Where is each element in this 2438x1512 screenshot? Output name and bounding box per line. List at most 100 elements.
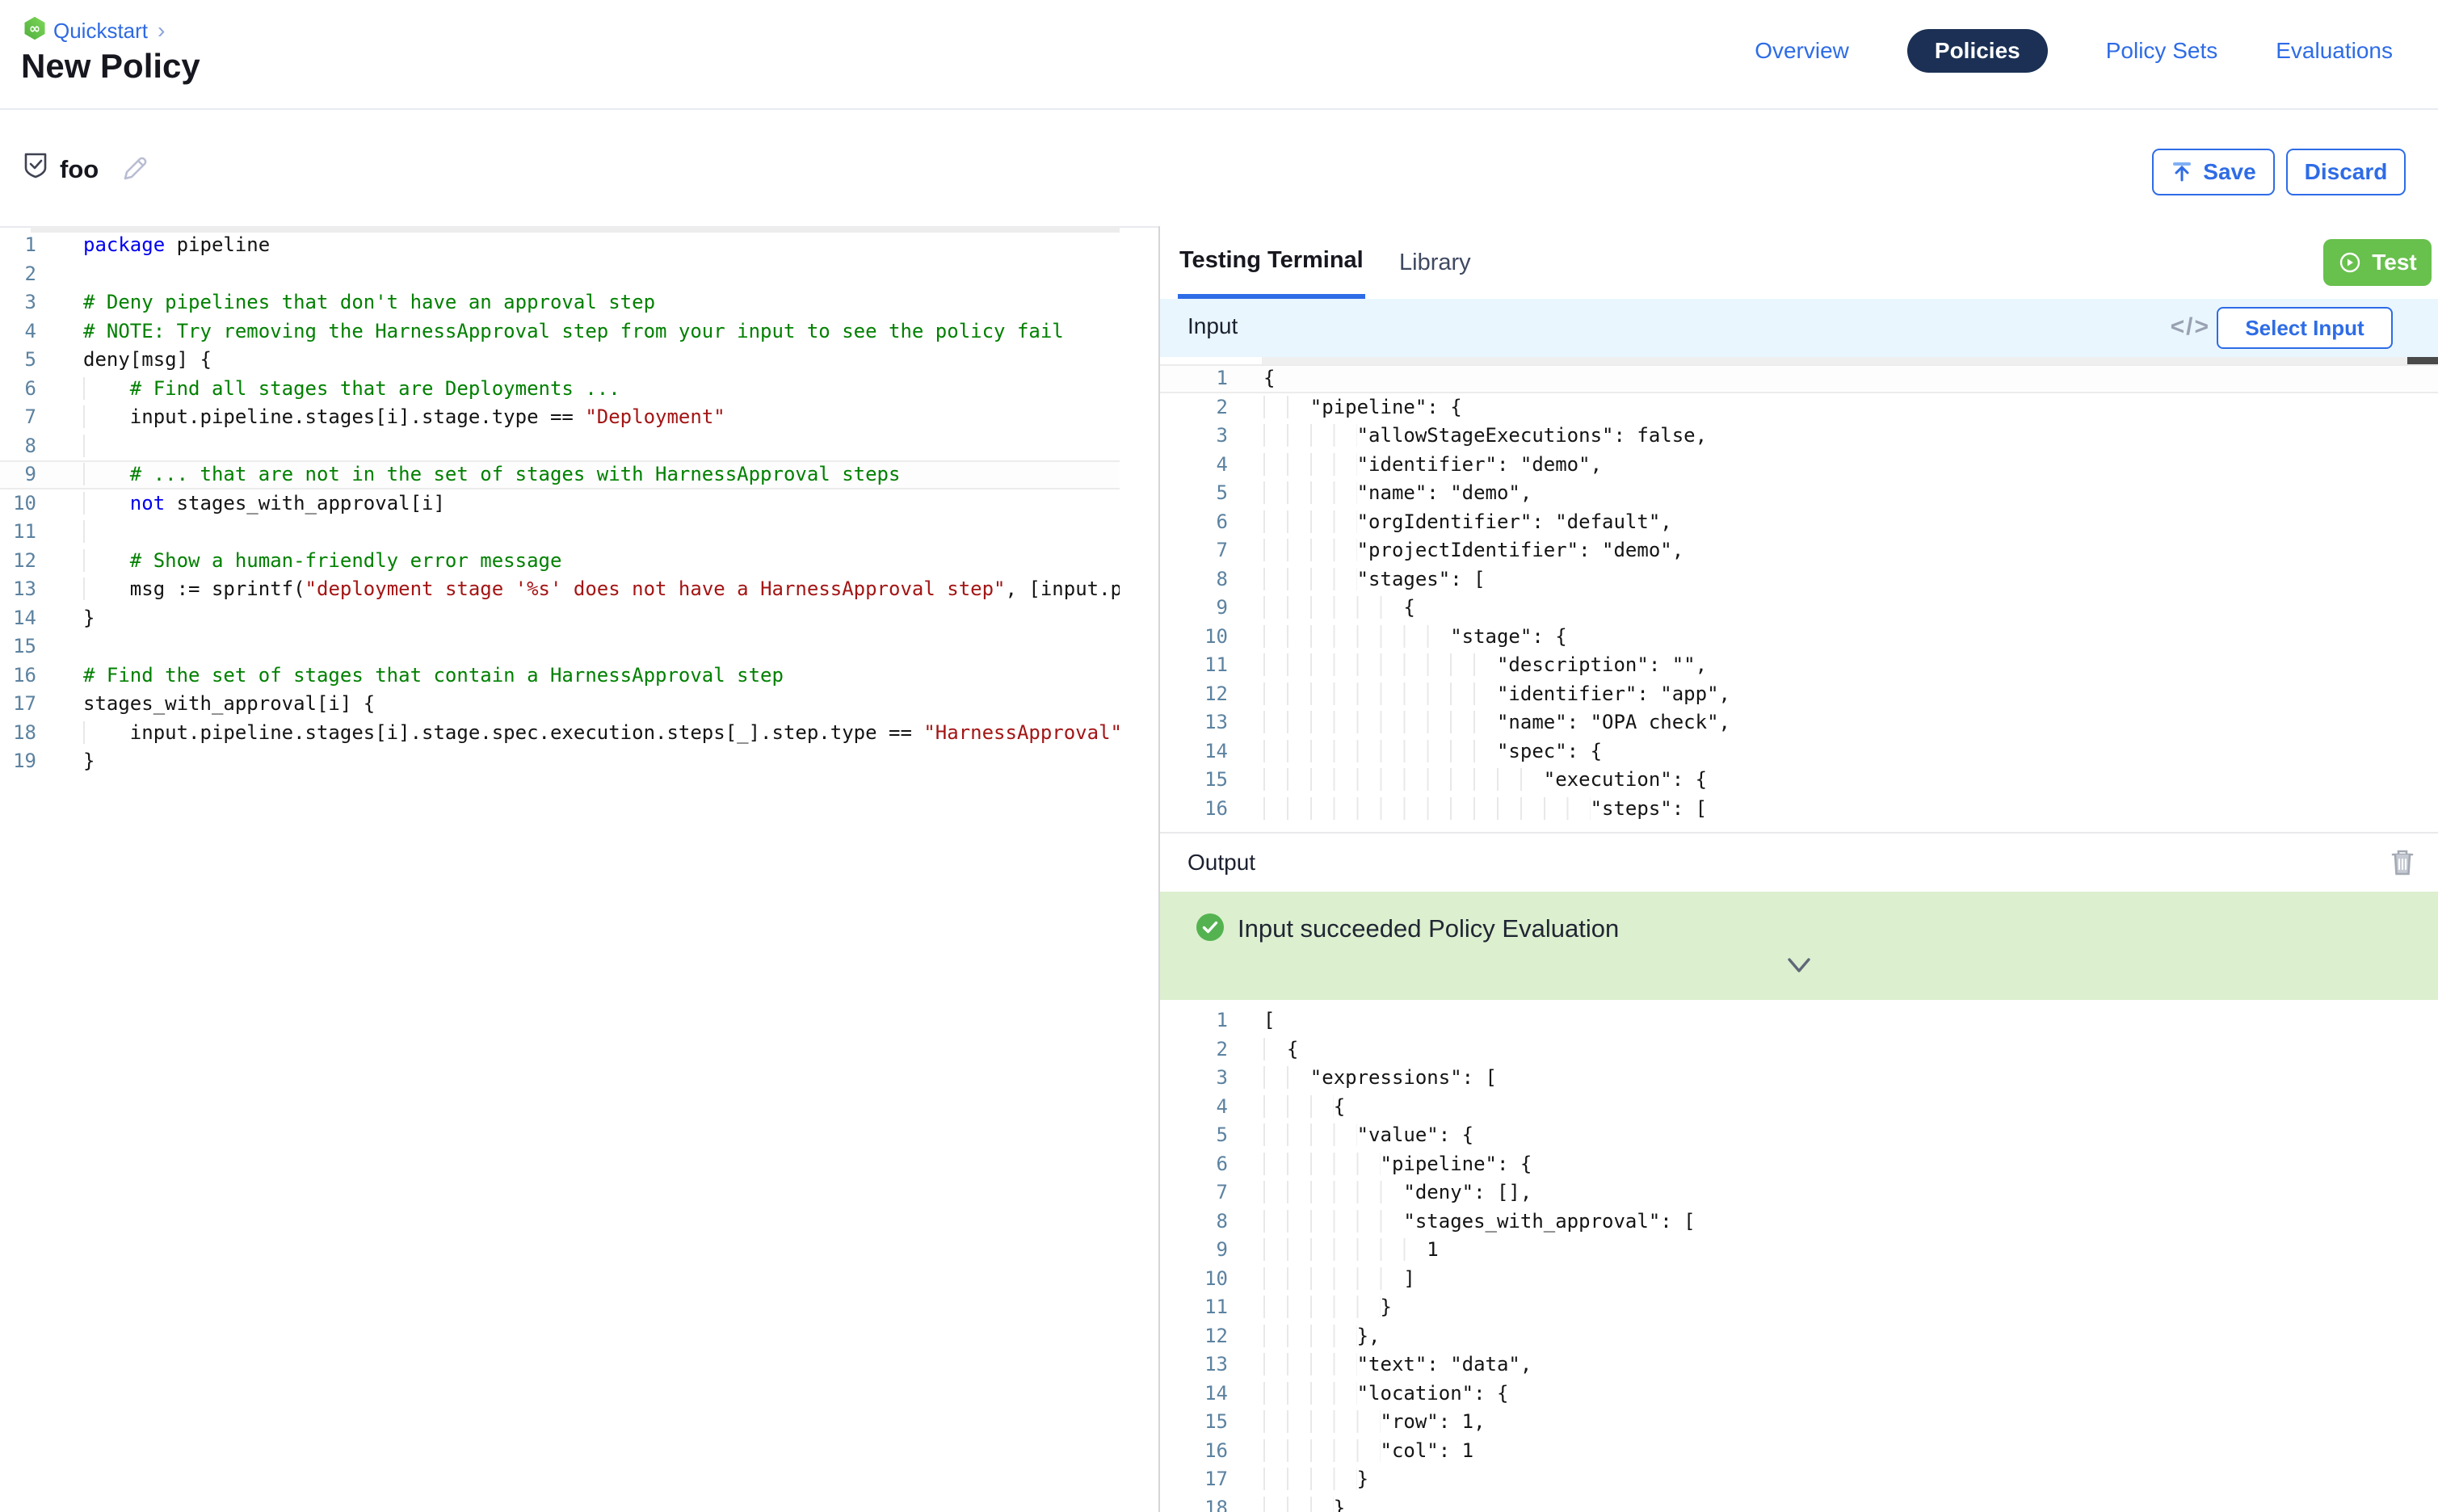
input-label: Input [1187,313,1238,339]
discard-button[interactable]: Discard [2286,149,2406,195]
policy-editor-hscrollbar-track[interactable] [31,227,1120,233]
code-line: 10 ] [1160,1265,2438,1294]
breadcrumb-link[interactable]: Quickstart [53,19,148,44]
svg-text:∞: ∞ [29,21,40,37]
policy-shield-icon [23,152,48,183]
output-json-lines: 1[2 {3 "expressions": [4 {5 "value": {6 … [1160,1000,2438,1512]
test-label: Test [2372,250,2417,275]
code-line: 16 "steps": [ [1160,795,2438,824]
code-line: 12 "identifier": "app", [1160,680,2438,709]
nav-item-evaluations[interactable]: Evaluations [2276,38,2393,64]
code-line: 11 } [1160,1293,2438,1322]
input-editor-hscrollbar-thumb[interactable] [2407,357,2438,364]
code-line: 2 { [1160,1035,2438,1065]
policy-name: foo [60,155,99,184]
code-line: 12 # Show a human-friendly error message [0,547,1120,576]
input-section-header: Input </> Select Input [1160,299,2438,357]
code-line: 19} [0,747,1120,776]
code-line: 16# Find the set of stages that contain … [0,662,1120,691]
code-line: 1{ [1160,364,2438,393]
code-line: 10 "stage": { [1160,623,2438,652]
code-line: 4 { [1160,1093,2438,1122]
policy-code-editor[interactable]: 1package pipeline23# Deny pipelines that… [0,228,1120,793]
code-line: 15 "row": 1, [1160,1408,2438,1437]
code-line: 11 [0,518,1120,547]
code-line: 6 "pipeline": { [1160,1150,2438,1179]
breadcrumb-chevron-icon: › [158,18,165,44]
code-line: 13 msg := sprintf("deployment stage '%s'… [0,575,1120,604]
code-line: 9 # ... that are not in the set of stage… [0,460,1120,489]
code-line: 10 not stages_with_approval[i] [0,489,1120,519]
code-line: 2 "pipeline": { [1160,393,2438,422]
tab-library[interactable]: Library [1399,226,1471,299]
code-line: 4 "identifier": "demo", [1160,451,2438,480]
code-line: 4# NOTE: Try removing the HarnessApprova… [0,317,1120,346]
code-line: 8 [0,432,1120,461]
code-line: 7 "deny": [], [1160,1178,2438,1208]
code-line: 1[ [1160,1006,2438,1035]
test-button[interactable]: Test [2323,239,2432,286]
code-line: 1package pipeline [0,231,1120,260]
code-line: 14 "spec": { [1160,737,2438,766]
input-editor-hscrollbar-track[interactable] [1262,357,2438,364]
output-label: Output [1187,850,1255,876]
code-line: 18 } [1160,1494,2438,1512]
code-line: 13 "text": "data", [1160,1350,2438,1380]
terminal-tabs: Testing Terminal Library Test [1160,226,2438,299]
code-line: 3# Deny pipelines that don't have an app… [0,288,1120,317]
select-input-button[interactable]: Select Input [2217,307,2393,349]
trash-icon[interactable] [2388,846,2417,883]
code-line: 7 "projectIdentifier": "demo", [1160,536,2438,565]
page-title: New Policy [21,47,200,86]
nav-item-policy-sets[interactable]: Policy Sets [2106,38,2218,64]
code-line: 17stages_with_approval[i] { [0,690,1120,719]
code-line: 8 "stages": [ [1160,565,2438,594]
code-line: 2 [0,260,1120,289]
code-line: 12 }, [1160,1322,2438,1351]
code-line: 6 # Find all stages that are Deployments… [0,375,1120,404]
code-line: 15 "execution": { [1160,766,2438,795]
chevron-down-icon[interactable] [1783,956,1815,981]
code-line: 9 1 [1160,1236,2438,1265]
code-line: 3 "allowStageExecutions": false, [1160,422,2438,451]
code-line: 14 "location": { [1160,1380,2438,1409]
code-line: 5 "name": "demo", [1160,479,2438,508]
upload-icon [2171,161,2193,183]
code-line: 18 input.pipeline.stages[i].stage.spec.e… [0,719,1120,748]
save-button[interactable]: Save [2152,149,2275,195]
play-circle-icon [2338,250,2362,275]
evaluation-result-text: Input succeeded Policy Evaluation [1238,914,1619,943]
nav-item-overview[interactable]: Overview [1755,38,1849,64]
tab-testing-terminal[interactable]: Testing Terminal [1178,226,1365,299]
code-line: 5deny[msg] { [0,346,1120,375]
code-line: 11 "description": "", [1160,651,2438,680]
discard-label: Discard [2305,159,2388,185]
code-line: 8 "stages_with_approval": [ [1160,1208,2438,1237]
output-json-editor[interactable]: 1[2 {3 "expressions": [4 {5 "value": {6 … [1160,1000,2438,1512]
page-header: ∞ Quickstart › New Policy Overview Polici… [0,0,2438,110]
policy-toolbar: foo Save Discard [0,110,2438,226]
code-line: 17 } [1160,1465,2438,1494]
input-json-editor[interactable]: 1{2 "pipeline": {3 "allowStageExecutions… [1160,364,2438,832]
evaluation-result-banner: Input succeeded Policy Evaluation [1160,892,2438,1000]
policy-code-lines: 1package pipeline23# Deny pipelines that… [0,228,1120,776]
code-line: 7 input.pipeline.stages[i].stage.type ==… [0,403,1120,432]
code-line: 9 { [1160,594,2438,623]
save-label: Save [2203,159,2255,185]
input-json-lines: 1{2 "pipeline": {3 "allowStageExecutions… [1160,364,2438,823]
code-line: 14} [0,604,1120,633]
code-line: 13 "name": "OPA check", [1160,708,2438,737]
success-check-icon [1196,913,1225,946]
edit-pencil-icon[interactable] [120,153,150,188]
code-line: 5 "value": { [1160,1121,2438,1150]
code-line: 6 "orgIdentifier": "default", [1160,508,2438,537]
output-section-header: Output [1160,832,2438,892]
code-line: 16 "col": 1 [1160,1437,2438,1466]
harness-logo-icon[interactable]: ∞ [23,16,47,40]
code-line: 15 [0,632,1120,662]
nav-item-policies[interactable]: Policies [1907,29,2048,73]
breadcrumb[interactable]: Quickstart › [53,18,165,44]
top-nav: Overview Policies Policy Sets Evaluations [1755,29,2393,73]
code-icon[interactable]: </> [2171,313,2210,341]
code-line: 3 "expressions": [ [1160,1064,2438,1093]
